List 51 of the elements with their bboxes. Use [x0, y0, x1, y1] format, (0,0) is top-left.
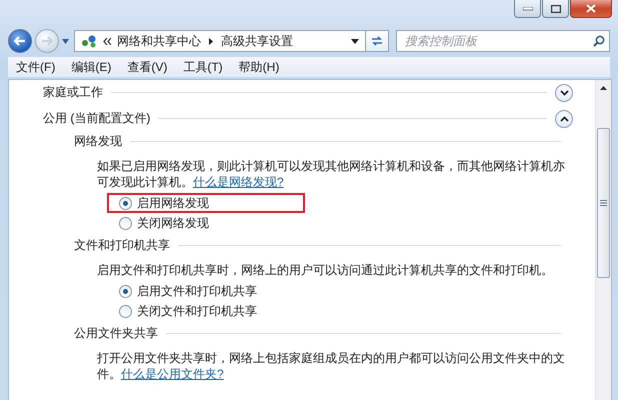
menu-item[interactable]: 文件(F): [8, 58, 64, 76]
minimize-icon: [522, 6, 532, 10]
section-title: 公用 (当前配置文件): [43, 110, 150, 127]
breadcrumb-item[interactable]: 高级共享设置: [221, 32, 293, 50]
maximize-icon: [550, 4, 560, 12]
section-title: 家庭或工作: [43, 84, 103, 101]
expand-toggle-button[interactable]: [555, 110, 573, 128]
group-title: 网络发现: [74, 133, 122, 150]
breadcrumb-item[interactable]: 网络和共享中心: [117, 32, 201, 50]
address-bar[interactable]: 网络和共享中心 高级共享设置: [74, 30, 366, 52]
chevron-right-icon: [209, 38, 213, 44]
dropdown-icon[interactable]: [351, 38, 359, 44]
group-title: 文件和打印机共享: [74, 237, 170, 254]
refresh-button[interactable]: [365, 30, 389, 52]
description-text: 启用文件和打印机共享时，网络上的用户可以访问通过此计算机共享的文件和打印机。: [97, 262, 554, 278]
group-title: 公用文件夹共享: [74, 325, 158, 342]
chevron-double-icon: [103, 38, 111, 44]
expand-toggle-button[interactable]: [555, 84, 573, 102]
chevron-up-icon: [560, 116, 568, 122]
arrow-right-icon: [41, 36, 53, 46]
scrollbar-thumb[interactable]: [597, 128, 610, 278]
menu-item[interactable]: 查看(V): [119, 58, 176, 76]
scroll-up-icon[interactable]: [600, 86, 607, 90]
chevron-down-icon: [560, 90, 568, 96]
menu-item[interactable]: 编辑(E): [63, 58, 120, 76]
menu-item[interactable]: 工具(T): [175, 58, 231, 76]
radio-button[interactable]: [119, 196, 132, 210]
minimize-button[interactable]: [514, 0, 541, 18]
description-text: 打开公用文件夹共享时，网络上包括家庭组成员在内的用户都可以访问公用文件夹中的文件。什么是公用文件夹?: [97, 350, 566, 382]
close-button[interactable]: [570, 0, 612, 18]
refresh-icon: [370, 35, 384, 47]
menu-item[interactable]: 帮助(H): [230, 58, 288, 76]
search-icon: [593, 35, 605, 47]
grip-icon: [600, 200, 607, 206]
radio-button[interactable]: [119, 216, 132, 230]
description-text: 如果已启用网络发现，则此计算机可以发现其他网络计算机和设备，而其他网络计算机亦可发现此计算机。什么是网络发现?: [97, 158, 566, 190]
scrollbar[interactable]: [595, 80, 611, 400]
arrow-left-icon: [14, 36, 26, 46]
radio-button[interactable]: [119, 304, 132, 318]
close-icon: [586, 4, 596, 13]
help-link[interactable]: 什么是公用文件夹?: [121, 367, 224, 381]
radio-label[interactable]: 启用文件和打印机共享: [137, 282, 257, 300]
maximize-button[interactable]: [542, 0, 569, 18]
back-button[interactable]: [8, 29, 32, 53]
network-icon: [81, 34, 97, 48]
radio-button[interactable]: [119, 284, 132, 298]
radio-label[interactable]: 启用网络发现: [137, 194, 209, 212]
radio-label[interactable]: 关闭文件和打印机共享: [137, 302, 257, 320]
radio-label[interactable]: 关闭网络发现: [137, 214, 209, 232]
search-field[interactable]: 搜索控制面板: [396, 30, 610, 52]
help-link[interactable]: 什么是网络发现?: [193, 175, 284, 189]
